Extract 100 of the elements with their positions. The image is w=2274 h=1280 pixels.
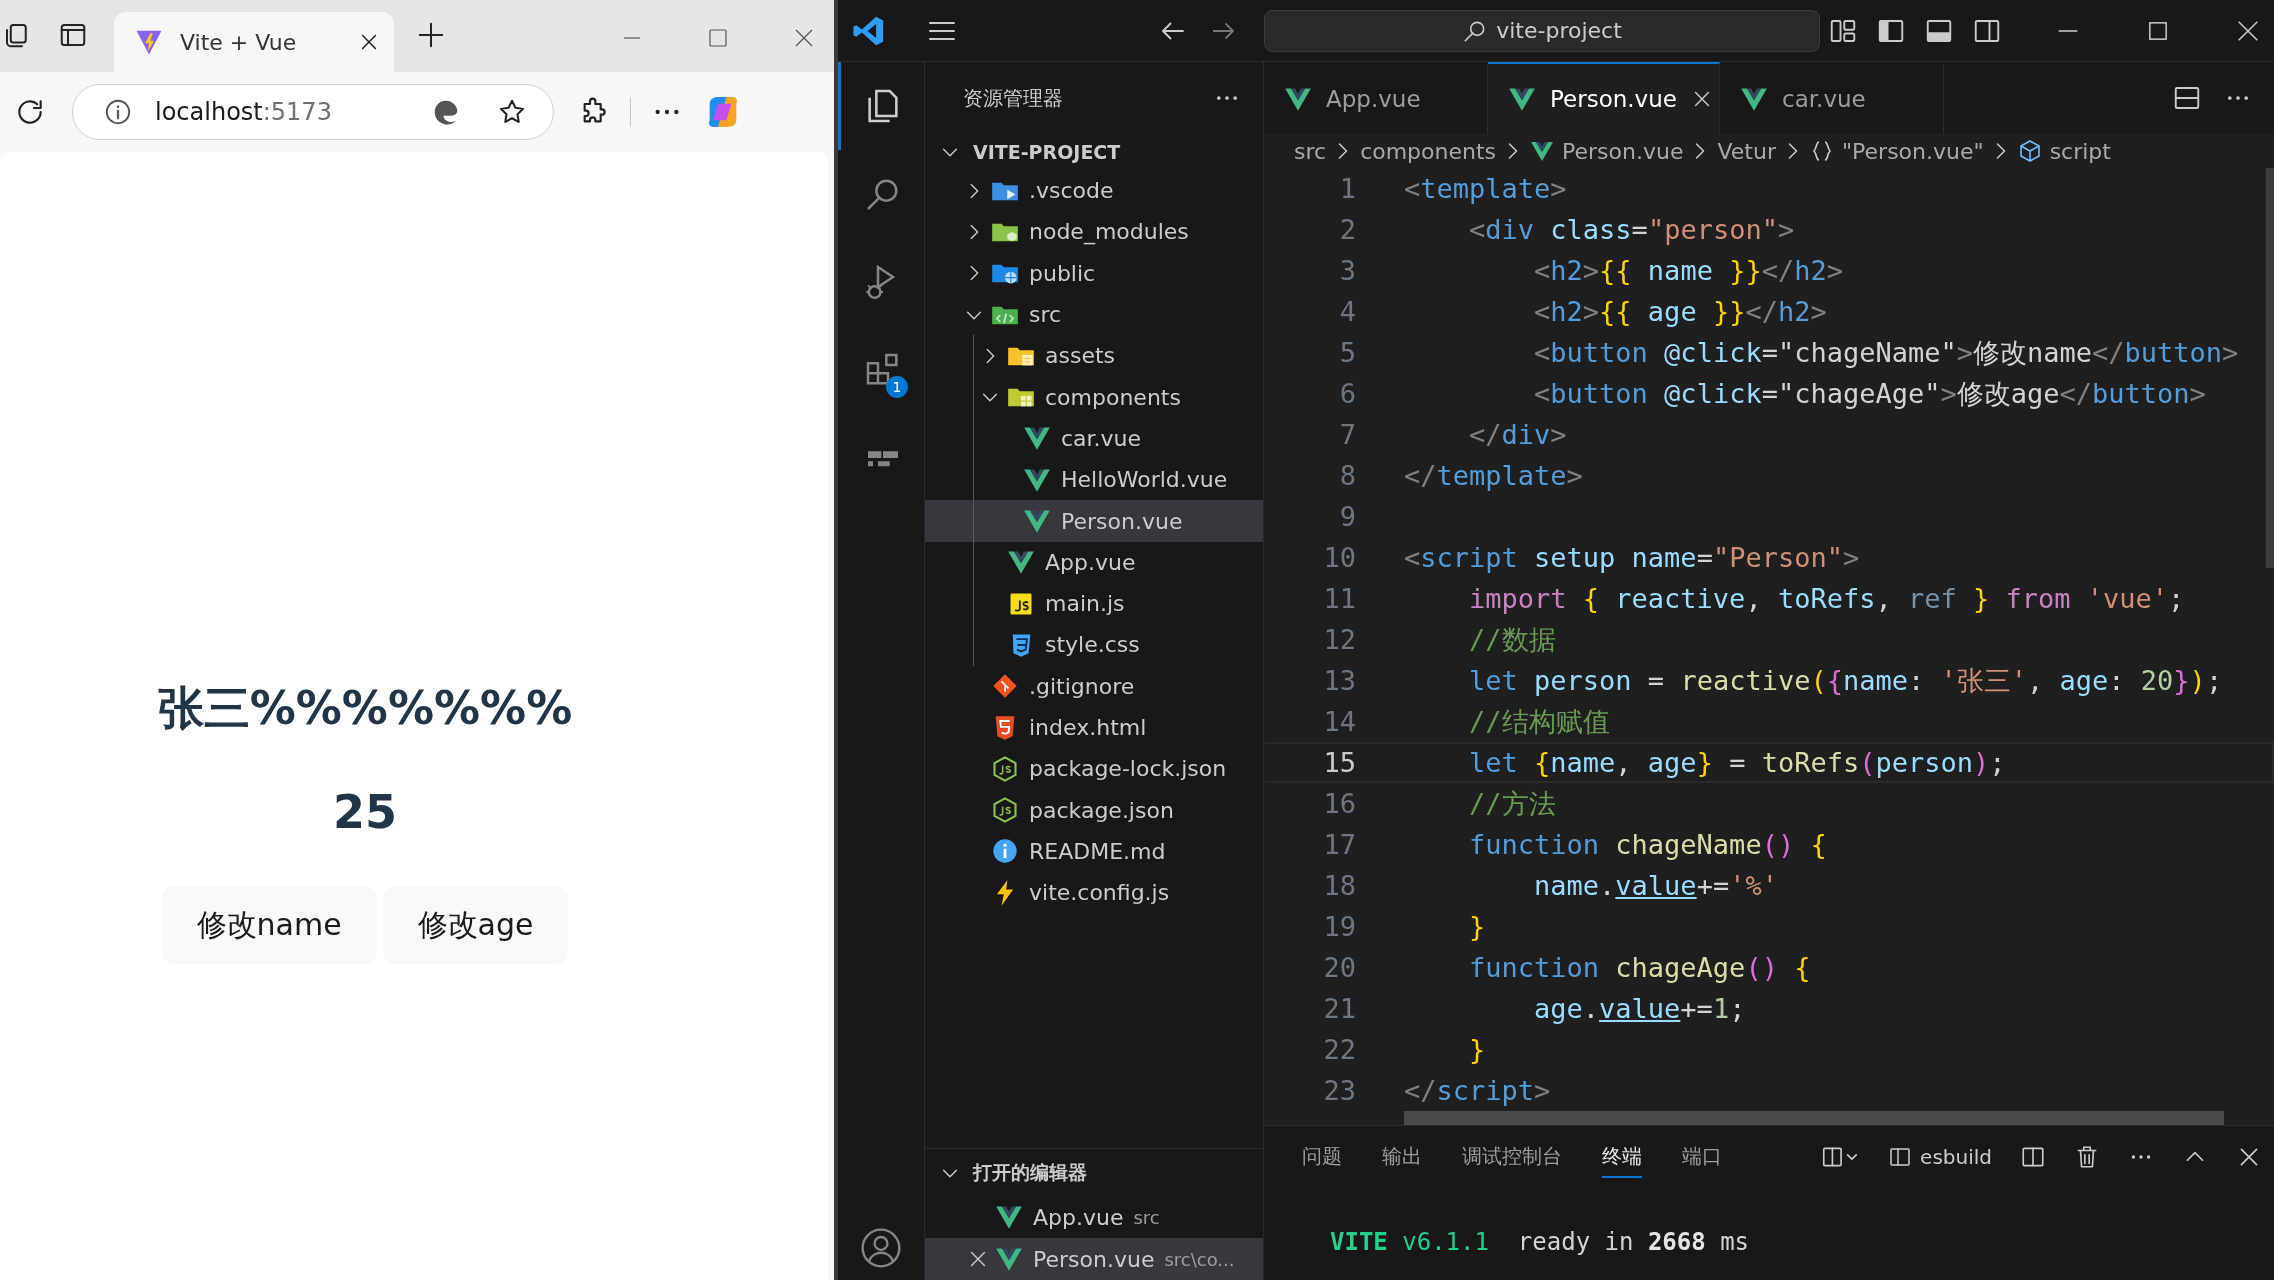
tree-item[interactable]: package-lock.json [925, 748, 1263, 790]
chevron-right-icon [1787, 143, 1798, 159]
tree-item[interactable]: assets [925, 335, 1263, 377]
terminal-split-icon [1888, 1145, 1913, 1169]
line-number: 23 [1322, 1075, 1356, 1106]
count-badge: 1 [886, 376, 908, 398]
browser-tab[interactable]: Vite + Vue [114, 12, 394, 72]
code-line: } [1468, 911, 1486, 942]
line-number: 3 [1338, 255, 1356, 286]
panel-tab[interactable]: 输出 [1382, 1136, 1422, 1178]
activity-item[interactable]: 1 [838, 326, 924, 414]
code-line: <template> [1404, 173, 1567, 204]
page-button[interactable]: 修改name [161, 886, 377, 964]
code-line: <h2>{{ name }}</h2> [1533, 255, 1843, 286]
code-line: <div class="person"> [1468, 214, 1795, 245]
chevron-right-icon [1508, 143, 1519, 159]
tree-item[interactable]: Person.vue [925, 500, 1263, 542]
open-editor-item[interactable]: App.vue src [925, 1196, 1263, 1238]
address-bar[interactable]: localhost:5173 [72, 84, 554, 140]
tree-item[interactable]: components [925, 376, 1263, 418]
open-editor-item[interactable]: Person.vue src\co... [925, 1238, 1263, 1280]
panel-title: 资源管理器 [963, 84, 1063, 112]
line-number: 5 [1338, 337, 1356, 368]
tree-item[interactable]: style.css [925, 624, 1263, 666]
panel-tab[interactable]: 端口 [1682, 1136, 1722, 1178]
tree-item[interactable]: index.html [925, 706, 1263, 749]
info-icon[interactable] [103, 97, 133, 127]
breadcrumb-item[interactable]: "Person.vue" [1809, 138, 1984, 164]
section-header[interactable]: 打开的编辑器 [925, 1148, 1263, 1196]
editor-tab[interactable]: car.vue [1720, 62, 1944, 134]
tree-item[interactable]: node_modules [925, 211, 1263, 253]
tab-title: Vite + Vue [180, 29, 298, 55]
tree-item[interactable]: car.vue [925, 417, 1263, 460]
tree-item[interactable]: vite.config.js [925, 872, 1263, 914]
cube-icon [2017, 139, 2042, 163]
code-line: <button @click="chageName">修改name</button> [1533, 335, 2239, 370]
code-line: //数据 [1468, 622, 1556, 657]
breadcrumb-item[interactable]: Vetur [1717, 138, 1776, 164]
line-number: 21 [1322, 993, 1356, 1024]
code-line: import { reactive, toRefs, ref } from 'vue'; [1468, 583, 2185, 614]
tree-item[interactable]: .vscode [925, 170, 1263, 212]
page-button[interactable]: 修改age [382, 886, 569, 964]
line-number: 7 [1338, 419, 1356, 450]
code-line: let {name, age} = toRefs(person); [1468, 747, 2006, 778]
breadcrumb-item[interactable]: script [2017, 138, 2111, 164]
line-number: 1 [1338, 173, 1356, 204]
age-heading: 25 [333, 784, 397, 841]
tree-item[interactable]: App.vue [925, 541, 1263, 583]
line-number: 15 [1322, 747, 1356, 778]
line-number: 17 [1322, 829, 1356, 860]
line-number: 9 [1338, 501, 1356, 532]
tree-item[interactable]: .gitignore [925, 665, 1263, 707]
account-icon[interactable] [859, 1226, 903, 1270]
code-line: function chageAge() { [1468, 952, 1811, 983]
tree-item[interactable]: public [925, 252, 1263, 294]
code-line: let person = reactive({name: '张三', age: 20}); [1468, 663, 2223, 698]
url-text: localhost:5173 [155, 98, 332, 126]
line-number: 20 [1322, 952, 1356, 983]
breadcrumb-item[interactable]: Person.vue [1530, 138, 1684, 164]
terminal-profile[interactable]: esbuild [1888, 1145, 1992, 1169]
code-line: //方法 [1468, 786, 1556, 821]
code-line: </script> [1404, 1075, 1551, 1106]
code-line: //结构赋值 [1468, 704, 1610, 739]
panel-tab[interactable]: 问题 [1302, 1136, 1342, 1178]
tree-item[interactable]: README.md [925, 830, 1263, 873]
line-number: 4 [1338, 296, 1356, 327]
code-line: </template> [1404, 460, 1583, 491]
tree-item[interactable]: HelloWorld.vue [925, 459, 1263, 501]
scrollbar[interactable] [2266, 168, 2274, 568]
terminal-line: VITE v6.1.1 ready in 2668 ms [1330, 1228, 1751, 1256]
tree-item[interactable]: package.json [925, 789, 1263, 831]
tree-item[interactable]: src [925, 293, 1263, 336]
line-number: 19 [1322, 911, 1356, 942]
code-line: <h2>{{ age }}</h2> [1533, 296, 1827, 327]
new-tab-icon[interactable] [416, 20, 446, 50]
line-number: 16 [1322, 788, 1356, 819]
line-number: 11 [1322, 583, 1356, 614]
panel-tab[interactable]: 调试控制台 [1462, 1136, 1562, 1178]
breadcrumb-item[interactable]: src [1294, 138, 1327, 164]
hexagon-icon [991, 754, 1019, 783]
scrollbar[interactable] [1404, 1111, 2224, 1125]
section-header[interactable]: VITE-PROJECT [925, 134, 1263, 170]
chevron-right-icon [1995, 143, 2006, 159]
line-number: 14 [1322, 706, 1356, 737]
line-number: 2 [1338, 214, 1356, 245]
breadcrumb-item[interactable]: components [1360, 138, 1497, 164]
line-number: 13 [1322, 665, 1356, 696]
code-line: function chageName() { [1468, 829, 1827, 860]
info-icon [991, 837, 1019, 866]
line-number: 8 [1338, 460, 1356, 491]
panel-tab[interactable]: 终端 [1602, 1136, 1642, 1178]
code-line: <script setup name="Person"> [1404, 542, 1860, 573]
line-number: 10 [1322, 542, 1356, 573]
code-line: age.value+=1; [1533, 993, 1746, 1024]
code-line: </div> [1468, 419, 1567, 450]
code-line: } [1468, 1034, 1486, 1065]
tree-item[interactable]: main.js [925, 582, 1263, 625]
editor-tab[interactable]: Person.vue [1488, 62, 1720, 134]
code-line: <button @click="chageAge">修改age</button> [1533, 376, 2206, 411]
search-field[interactable]: vite-project [1264, 9, 1820, 52]
